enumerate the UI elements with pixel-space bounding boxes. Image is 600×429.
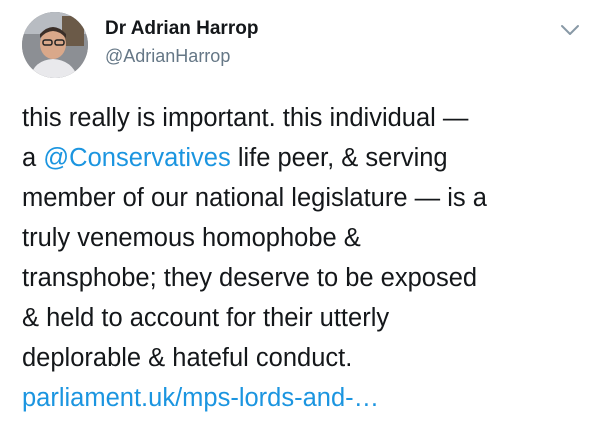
tweet-line: a @Conservatives life peer, & serving [22,138,587,178]
tweet-line: & held to account for their utterly [22,304,390,332]
avatar[interactable] [22,12,88,78]
tweet-line: transphobe; they deserve to be exposed [22,264,478,292]
tweet-line: deplorable & hateful conduct. [22,344,353,372]
tweet-line: parliament.uk/mps-lords-and-… [22,378,587,418]
profile-photo [22,12,88,78]
author-block[interactable]: Dr Adrian Harrop @AdrianHarrop [105,17,258,68]
display-name[interactable]: Dr Adrian Harrop [105,17,258,41]
tweet-line: this really is important. this individua… [22,104,469,132]
tweet-text-fragment: life peer, & serving [230,144,448,172]
url-link[interactable]: parliament.uk/mps-lords-and-… [22,384,379,412]
chevron-down-icon[interactable] [558,20,582,40]
tweet: Dr Adrian Harrop @AdrianHarrop this real… [0,0,600,429]
mention-link[interactable]: @Conservatives [43,144,230,172]
tweet-text-fragment: a [22,144,44,172]
tweet-line: member of our national legislature — is … [22,184,487,212]
tweet-line: truly venemous homophobe & [22,224,361,252]
handle[interactable]: @AdrianHarrop [105,44,258,68]
tweet-text: this really is important. this individua… [22,98,587,418]
